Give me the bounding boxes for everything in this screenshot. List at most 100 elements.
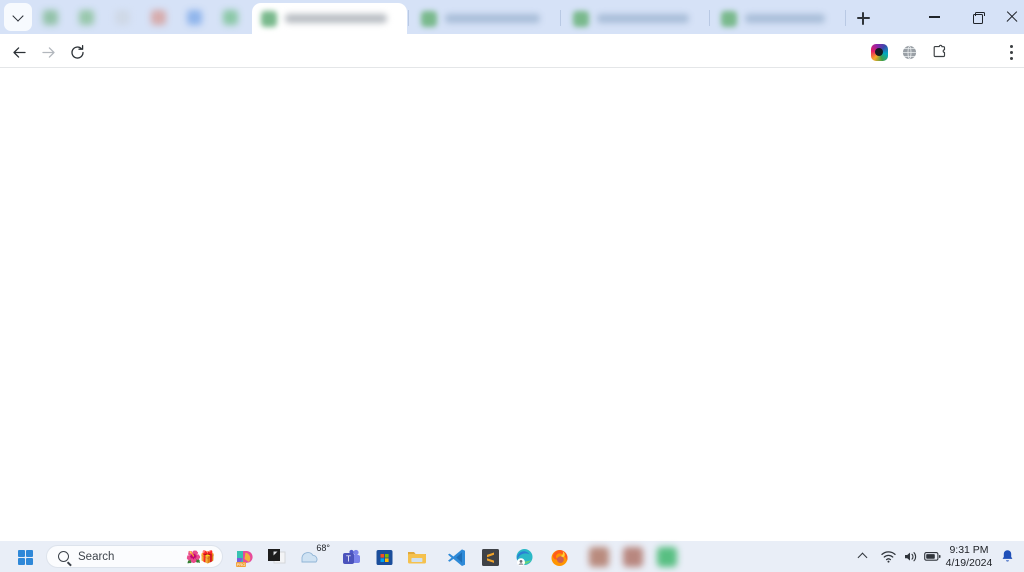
microsoft-store-icon xyxy=(376,549,392,565)
tab-favicon xyxy=(573,10,589,27)
taskbar-app-blurred-1[interactable] xyxy=(586,544,612,570)
chevron-up-icon xyxy=(859,552,868,561)
tray-show-hidden-icons[interactable] xyxy=(854,545,872,567)
collapsed-tab[interactable] xyxy=(144,0,175,34)
collapsed-tab[interactable] xyxy=(72,0,103,34)
tab[interactable] xyxy=(712,3,845,34)
kebab-menu-icon xyxy=(1009,44,1013,60)
tab-favicon xyxy=(721,10,737,27)
speaker-icon xyxy=(904,551,916,561)
globe-extension-button[interactable] xyxy=(896,39,922,65)
tab-title xyxy=(745,14,825,23)
tab-favicon xyxy=(187,10,202,25)
reload-icon xyxy=(70,44,84,59)
tray-battery[interactable] xyxy=(922,545,942,567)
globe-icon xyxy=(902,45,916,59)
firefox-icon xyxy=(551,549,568,566)
tab-favicon xyxy=(223,10,238,25)
tab-search-button[interactable] xyxy=(4,3,32,31)
taskbar-app-blurred-2[interactable] xyxy=(620,544,646,570)
back-button[interactable] xyxy=(6,39,32,65)
tray-wifi[interactable] xyxy=(878,545,898,567)
app-icon xyxy=(657,547,677,567)
tab-separator xyxy=(408,10,409,26)
collapsed-tab[interactable] xyxy=(216,0,247,34)
tab-favicon xyxy=(43,10,58,25)
new-tab-button[interactable] xyxy=(850,5,876,31)
tray-notifications-button[interactable] xyxy=(1001,549,1014,564)
tab[interactable] xyxy=(412,3,560,34)
windows-logo-icon xyxy=(17,549,33,565)
copilot-pro-icon: PRO xyxy=(235,550,253,567)
tab[interactable] xyxy=(564,3,709,34)
tab-favicon xyxy=(115,10,130,25)
vscode-icon xyxy=(447,548,465,566)
taskbar-app-firefox[interactable] xyxy=(546,544,572,570)
search-placeholder: Search xyxy=(78,550,115,563)
wifi-icon xyxy=(880,550,896,563)
taskbar-app-copilot-pro[interactable]: PRO xyxy=(230,544,256,570)
start-button[interactable] xyxy=(14,546,36,568)
tab-separator xyxy=(709,10,710,26)
tab-active[interactable] xyxy=(252,3,407,34)
collapsed-tab[interactable] xyxy=(36,0,67,34)
arrow-left-icon xyxy=(12,46,26,58)
restore-icon xyxy=(973,12,986,24)
edge-icon xyxy=(516,548,532,566)
app-dark-square-icon xyxy=(267,548,285,563)
taskbar-app-edge[interactable] xyxy=(511,544,537,570)
taskbar-search-box[interactable]: Search 🌺🎁 xyxy=(46,545,223,568)
windows-taskbar: Search 🌺🎁 PRO 68° T 9:31 PM 4/19/2024 xyxy=(0,541,1024,572)
browser-window: /sitemap_index.xml xyxy=(0,0,1024,572)
window-close-button[interactable] xyxy=(1000,0,1024,34)
collapsed-tab[interactable] xyxy=(108,0,139,34)
svg-text:PRO: PRO xyxy=(236,562,245,567)
page-content xyxy=(0,68,1024,541)
svg-text:T: T xyxy=(346,554,351,563)
taskbar-app-dark-square[interactable] xyxy=(263,544,289,570)
tab-separator xyxy=(845,10,846,26)
extension-rainbow-icon xyxy=(870,43,888,61)
app-icon xyxy=(623,547,643,567)
tab-favicon xyxy=(79,10,94,25)
minimize-icon xyxy=(928,16,940,18)
teams-icon: T xyxy=(342,549,360,564)
taskbar-app-sublime-text[interactable] xyxy=(477,544,503,570)
taskbar-app-blurred-3[interactable] xyxy=(654,544,680,570)
taskbar-app-microsoft-store[interactable] xyxy=(371,544,397,570)
tab-favicon xyxy=(261,10,277,27)
window-minimize-button[interactable] xyxy=(912,0,956,34)
extensions-button[interactable] xyxy=(926,39,952,65)
arrow-right-icon xyxy=(41,46,55,58)
tab-title xyxy=(285,14,387,23)
reload-button[interactable] xyxy=(64,39,90,65)
tab-title xyxy=(597,14,689,23)
tray-volume[interactable] xyxy=(900,545,920,567)
browser-toolbar: /sitemap_index.xml xyxy=(0,34,1024,100)
close-icon xyxy=(1006,11,1018,23)
taskbar-app-vscode[interactable] xyxy=(443,544,469,570)
taskbar-app-file-explorer[interactable] xyxy=(404,544,430,570)
taskbar-app-teams[interactable]: T xyxy=(338,544,364,570)
tab-title xyxy=(445,14,540,23)
tray-date: 4/19/2024 xyxy=(945,557,993,569)
tab-favicon xyxy=(421,10,437,27)
chrome-menu-button[interactable] xyxy=(998,39,1024,65)
tab-strip xyxy=(0,0,1024,34)
battery-icon xyxy=(923,551,940,561)
tray-clock[interactable]: 9:31 PM 4/19/2024 xyxy=(940,544,998,570)
tab-favicon xyxy=(151,10,166,25)
search-icon xyxy=(58,551,69,562)
gift-emoji-icon: 🌺🎁 xyxy=(186,549,215,564)
collapsed-tab[interactable] xyxy=(180,0,211,34)
taskbar-weather-widget[interactable]: 68° xyxy=(297,543,330,570)
weather-temperature: 68° xyxy=(316,543,330,553)
tray-time: 9:31 PM xyxy=(949,544,989,556)
forward-button xyxy=(35,39,61,65)
extension-rainbow-button[interactable] xyxy=(866,39,892,65)
tab-separator xyxy=(560,10,561,26)
chevron-down-icon xyxy=(13,12,23,22)
window-maximize-button[interactable] xyxy=(956,0,1000,34)
sublime-text-icon xyxy=(481,548,499,566)
folder-icon xyxy=(408,551,426,563)
